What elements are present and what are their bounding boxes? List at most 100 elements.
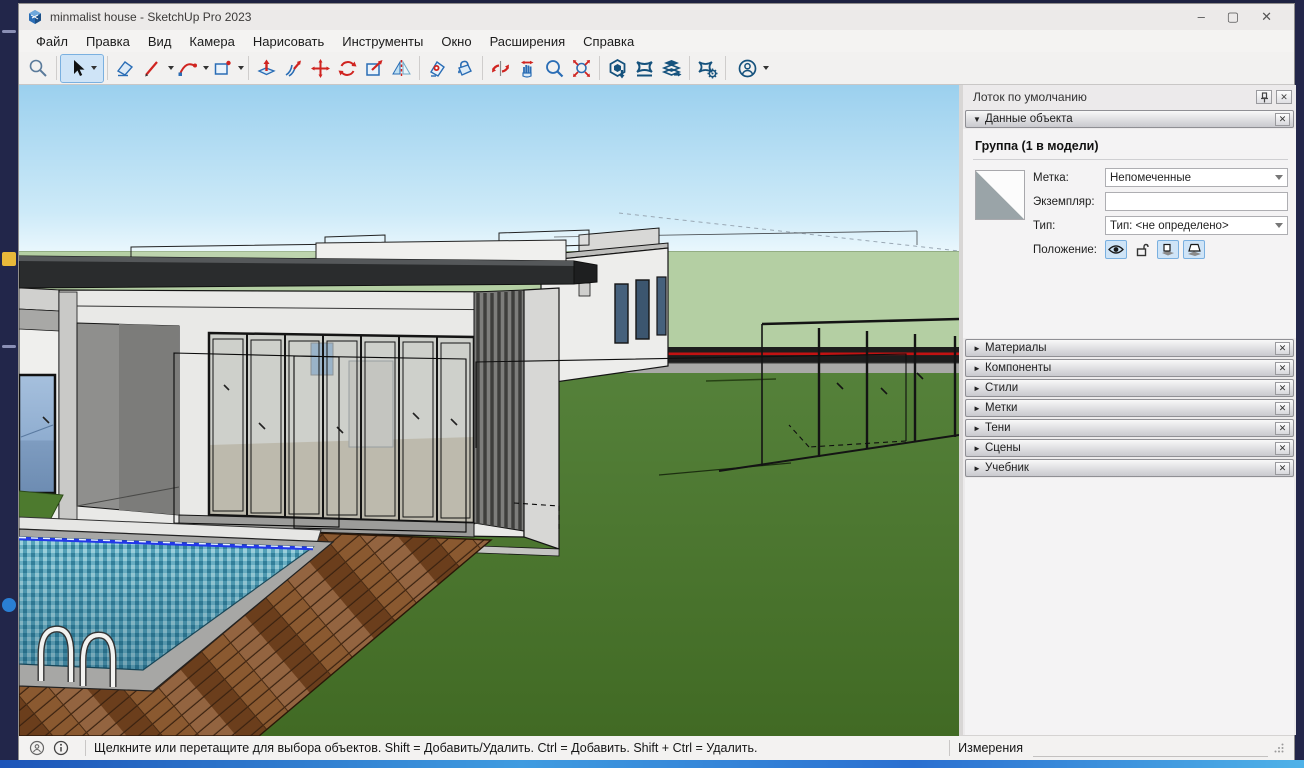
desktop-icon-label <box>2 345 16 348</box>
move-tool-button[interactable] <box>307 55 334 82</box>
chevron-down-icon <box>1275 175 1283 180</box>
account-button[interactable] <box>734 55 761 82</box>
entity-info-body: Группа (1 в модели) Метка: Непомеченные <box>963 129 1296 338</box>
section-scenes[interactable]: ► Сцены ✕ <box>965 439 1294 457</box>
status-bar: Щелкните или перетащите для выбора объек… <box>19 735 1294 760</box>
section-tags[interactable]: ► Метки ✕ <box>965 399 1294 417</box>
menu-file[interactable]: Файл <box>27 32 77 51</box>
section-shadows-label: Тени <box>985 422 1011 434</box>
section-collapsed-arrow-icon[interactable]: ► <box>973 424 985 433</box>
send-to-layout-button[interactable] <box>658 55 685 82</box>
status-separator <box>949 740 951 756</box>
line-tool-button[interactable] <box>139 55 166 82</box>
type-field-name: Тип: <box>1033 219 1056 232</box>
zoom-tool-button[interactable] <box>541 55 568 82</box>
section-styles[interactable]: ► Стили ✕ <box>965 379 1294 397</box>
instance-field-name: Экземпляр: <box>1033 195 1095 208</box>
tape-measure-tool-button[interactable] <box>424 55 451 82</box>
section-styles-close[interactable]: ✕ <box>1275 381 1290 395</box>
menu-extensions[interactable]: Расширения <box>481 32 575 51</box>
section-materials-label: Материалы <box>985 342 1047 354</box>
title-bar: minmalist house - SketchUp Pro 2023 – ▢ … <box>19 4 1294 30</box>
menu-window[interactable]: Окно <box>432 32 480 51</box>
desktop-app-icon <box>2 598 16 612</box>
section-expanded-arrow-icon[interactable]: ▼ <box>973 115 985 124</box>
select-tool-button[interactable] <box>60 53 104 83</box>
section-tags-close[interactable]: ✕ <box>1275 401 1290 415</box>
visible-eye-toggle[interactable] <box>1105 240 1127 259</box>
maximize-button[interactable]: ▢ <box>1227 9 1239 25</box>
entity-info-subtitle: Группа (1 в модели) <box>975 139 1099 153</box>
tray-pin-button[interactable] <box>1256 90 1272 104</box>
default-tray-panel: Лоток по умолчанию ✕ ▼ Данные объекта ✕ … <box>959 85 1296 735</box>
receive-shadows-icon <box>1187 243 1201 256</box>
follow-me-tool-button[interactable] <box>280 55 307 82</box>
rotate-tool-button[interactable] <box>334 55 361 82</box>
geolocation-icon[interactable] <box>29 740 45 756</box>
eraser-tool-button[interactable] <box>112 55 139 82</box>
zoom-extents-tool-button[interactable] <box>568 55 595 82</box>
section-components-close[interactable]: ✕ <box>1275 361 1290 375</box>
rectangle-tool-button[interactable] <box>209 55 236 82</box>
lock-toggle[interactable] <box>1131 240 1153 259</box>
section-scenes-close[interactable]: ✕ <box>1275 441 1290 455</box>
section-collapsed-arrow-icon[interactable]: ► <box>973 364 985 373</box>
flip-tool-button[interactable] <box>388 55 415 82</box>
section-entity-info-close[interactable]: ✕ <box>1275 112 1290 126</box>
scale-tool-button[interactable] <box>361 55 388 82</box>
orbit-tool-button[interactable] <box>487 55 514 82</box>
menu-view[interactable]: Вид <box>139 32 181 51</box>
menu-draw[interactable]: Нарисовать <box>244 32 333 51</box>
section-collapsed-arrow-icon[interactable]: ► <box>973 344 985 353</box>
paint-bucket-tool-button[interactable] <box>451 55 478 82</box>
arc-tool-button[interactable] <box>174 55 201 82</box>
push-pull-tool-button[interactable] <box>253 55 280 82</box>
type-dropdown[interactable]: Тип: <не определено> <box>1105 216 1288 235</box>
section-entity-info-header[interactable]: ▼ Данные объекта ✕ <box>965 110 1294 128</box>
resize-grip[interactable] <box>1274 743 1284 753</box>
section-collapsed-arrow-icon[interactable]: ► <box>973 384 985 393</box>
section-materials-close[interactable]: ✕ <box>1275 341 1290 355</box>
section-collapsed-arrow-icon[interactable]: ► <box>973 404 985 413</box>
cast-shadows-toggle[interactable] <box>1157 240 1179 259</box>
extension-manager-button[interactable] <box>694 55 721 82</box>
section-components-label: Компоненты <box>985 362 1052 374</box>
select-dropdown-caret[interactable] <box>90 66 97 70</box>
section-instructor[interactable]: ► Учебник ✕ <box>965 459 1294 477</box>
menu-help[interactable]: Справка <box>574 32 643 51</box>
section-shadows-close[interactable]: ✕ <box>1275 421 1290 435</box>
eye-icon <box>1108 245 1124 254</box>
window-title: minmalist house - SketchUp Pro 2023 <box>50 10 252 24</box>
label-dropdown[interactable]: Непомеченные <box>1105 168 1288 187</box>
3d-warehouse-button[interactable] <box>604 55 631 82</box>
desktop-folder-icon <box>2 252 16 266</box>
tray-empty-area <box>965 478 1294 735</box>
menu-edit[interactable]: Правка <box>77 32 139 51</box>
instance-input[interactable] <box>1105 192 1288 211</box>
model-viewport[interactable] <box>19 85 959 736</box>
menu-tools[interactable]: Инструменты <box>333 32 432 51</box>
tray-close-button[interactable]: ✕ <box>1276 90 1292 104</box>
pin-icon <box>1260 91 1268 102</box>
rectangle-dropdown-caret[interactable] <box>238 66 244 70</box>
section-materials[interactable]: ► Материалы ✕ <box>965 339 1294 357</box>
account-dropdown-caret[interactable] <box>763 66 769 70</box>
section-collapsed-arrow-icon[interactable]: ► <box>973 444 985 453</box>
extension-warehouse-button[interactable] <box>631 55 658 82</box>
zoom-lens-icon[interactable] <box>25 55 52 82</box>
receive-shadows-toggle[interactable] <box>1183 240 1205 259</box>
section-instructor-close[interactable]: ✕ <box>1275 461 1290 475</box>
desktop-icon-label <box>2 30 16 33</box>
minimize-button[interactable]: – <box>1198 9 1205 25</box>
sketchup-window: minmalist house - SketchUp Pro 2023 – ▢ … <box>18 3 1296 760</box>
status-hint-text: Щелкните или перетащите для выбора объек… <box>94 741 758 755</box>
instructor-info-icon[interactable] <box>53 740 69 756</box>
section-shadows[interactable]: ► Тени ✕ <box>965 419 1294 437</box>
section-collapsed-arrow-icon[interactable]: ► <box>973 464 985 473</box>
model-scene <box>19 85 959 736</box>
pan-tool-button[interactable] <box>514 55 541 82</box>
measurements-input[interactable] <box>1033 739 1268 757</box>
section-components[interactable]: ► Компоненты ✕ <box>965 359 1294 377</box>
close-button[interactable]: ✕ <box>1261 9 1272 25</box>
menu-camera[interactable]: Камера <box>180 32 243 51</box>
